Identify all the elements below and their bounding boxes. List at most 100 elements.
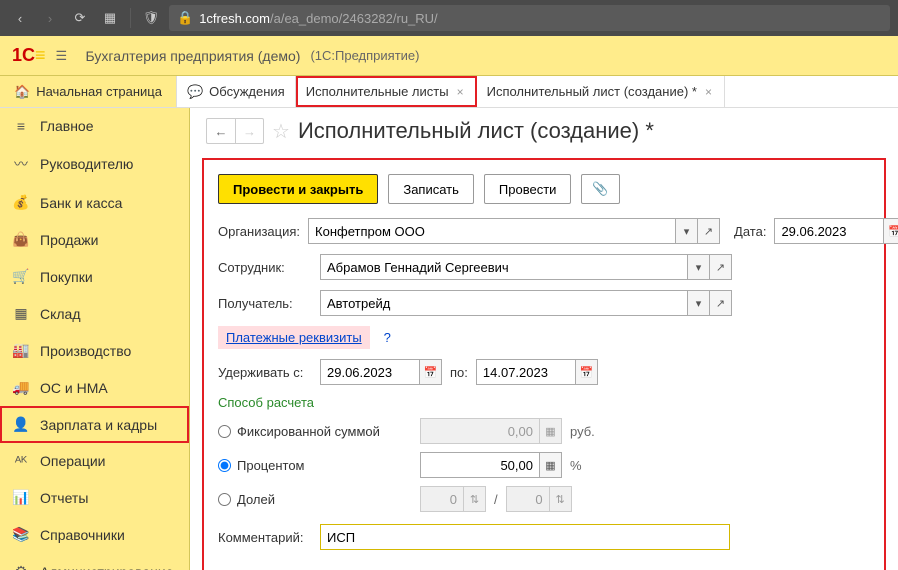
browser-reload[interactable]: ⟳ [68, 6, 92, 30]
label-withhold-from: Удерживать с: [218, 365, 312, 380]
calendar-button[interactable]: 📅 [884, 218, 898, 244]
recipient-input[interactable] [320, 290, 688, 316]
calc-icon: ▦ [540, 418, 562, 444]
stepper-icon: ⇅ [464, 486, 486, 512]
app-logo: 1C≡ [12, 45, 46, 66]
app-title: Бухгалтерия предприятия (демо) [86, 48, 301, 64]
post-close-button[interactable]: Провести и закрыть [218, 174, 378, 204]
radio-fraction[interactable]: Долей [218, 492, 388, 507]
chat-icon: 💬 [187, 84, 203, 100]
home-icon: 🏠 [14, 84, 30, 100]
sidebar-item-production[interactable]: 🏭Производство [0, 332, 189, 369]
tab-exec-create-label: Исполнительный лист (создание) * [487, 84, 697, 99]
frac-b-input [506, 486, 550, 512]
calendar-button[interactable]: 📅 [576, 359, 598, 385]
chart-icon: 〰 [12, 154, 30, 174]
tab-home-label: Начальная страница [36, 84, 162, 99]
tab-exec-create[interactable]: Исполнительный лист (создание) * × [477, 76, 725, 107]
radio-fixed-input[interactable] [218, 425, 231, 438]
sidebar: ≡Главное 〰Руководителю 💰Банк и касса 👜Пр… [0, 108, 190, 570]
tab-close[interactable]: × [703, 85, 714, 99]
sidebar-item-reports[interactable]: 📊Отчеты [0, 479, 189, 516]
person-icon: 👤 [12, 416, 30, 433]
sidebar-item-purchases[interactable]: 🛒Покупки [0, 258, 189, 295]
frac-a-input [420, 486, 464, 512]
tab-home[interactable]: 🏠 Начальная страница [0, 76, 177, 107]
radio-fraction-input[interactable] [218, 493, 231, 506]
url-domain: 1cfresh.com [199, 11, 270, 26]
tab-discuss-label: Обсуждения [209, 84, 285, 99]
radio-percent[interactable]: Процентом [218, 458, 388, 473]
page-back[interactable]: ← [207, 119, 235, 143]
tab-exec-list[interactable]: Исполнительные листы × [296, 76, 477, 107]
page-forward[interactable]: → [235, 119, 263, 143]
open-button[interactable]: ↗ [698, 218, 720, 244]
money-icon: 💰 [12, 194, 30, 211]
label-to: по: [450, 365, 468, 380]
sidebar-item-bank[interactable]: 💰Банк и касса [0, 184, 189, 221]
post-button[interactable]: Провести [484, 174, 572, 204]
date-input[interactable] [774, 218, 884, 244]
sidebar-item-assets[interactable]: 🚚ОС и НМА [0, 369, 189, 406]
payment-req-link[interactable]: Платежные реквизиты [218, 326, 370, 349]
org-input[interactable] [308, 218, 676, 244]
fixed-amount-input [420, 418, 540, 444]
gear-icon: ⚙ [12, 563, 30, 570]
from-date-input[interactable] [320, 359, 420, 385]
sidebar-item-refs[interactable]: 📚Справочники [0, 516, 189, 553]
truck-icon: 🚚 [12, 379, 30, 396]
save-button[interactable]: Записать [388, 174, 474, 204]
favorite-star[interactable]: ☆ [272, 119, 290, 144]
label-org: Организация: [218, 224, 300, 239]
app-subtitle: (1С:Предприятие) [310, 48, 419, 63]
label-recipient: Получатель: [218, 296, 312, 311]
unit-percent: % [570, 458, 582, 473]
percent-amount-input[interactable] [420, 452, 540, 478]
slash: / [494, 492, 498, 507]
lock-icon: 🔒 [177, 10, 193, 26]
sidebar-item-salary[interactable]: 👤Зарплата и кадры [0, 406, 189, 443]
sidebar-item-main[interactable]: ≡Главное [0, 108, 189, 144]
open-button[interactable]: ↗ [710, 290, 732, 316]
sidebar-item-manager[interactable]: 〰Руководителю [0, 144, 189, 184]
shield-icon[interactable]: 🛡 [139, 6, 163, 30]
calc-icon[interactable]: ▦ [540, 452, 562, 478]
dropdown-button[interactable]: ▾ [688, 254, 710, 280]
unit-rub: руб. [570, 424, 595, 439]
url-path: /a/ea_demo/2463282/ru_RU/ [270, 11, 438, 26]
help-button[interactable]: ? [384, 330, 391, 345]
open-button[interactable]: ↗ [710, 254, 732, 280]
menu-toggle[interactable]: ☰ [56, 48, 76, 64]
dropdown-button[interactable]: ▾ [688, 290, 710, 316]
sidebar-item-warehouse[interactable]: ▦Склад [0, 295, 189, 332]
browser-back[interactable]: ‹ [8, 6, 32, 30]
attach-button[interactable]: 📎 [581, 174, 619, 204]
sidebar-item-admin[interactable]: ⚙Администрирование [0, 553, 189, 570]
list-icon: ≡ [12, 118, 30, 134]
calc-method-title: Способ расчета [218, 395, 870, 410]
paperclip-icon: 📎 [592, 181, 608, 196]
tab-close[interactable]: × [455, 85, 466, 99]
comment-input[interactable] [320, 524, 730, 550]
label-comment: Комментарий: [218, 530, 312, 545]
employee-input[interactable] [320, 254, 688, 280]
dropdown-button[interactable]: ▾ [676, 218, 698, 244]
sidebar-item-sales[interactable]: 👜Продажи [0, 221, 189, 258]
factory-icon: 🏭 [12, 342, 30, 359]
label-date: Дата: [734, 224, 766, 239]
url-bar[interactable]: 🔒 1cfresh.com/a/ea_demo/2463282/ru_RU/ [169, 5, 890, 31]
ak-icon: ᴬᴷ [12, 453, 30, 469]
label-employee: Сотрудник: [218, 260, 312, 275]
bag-icon: 👜 [12, 231, 30, 248]
radio-percent-input[interactable] [218, 459, 231, 472]
radio-fixed[interactable]: Фиксированной суммой [218, 424, 388, 439]
browser-forward[interactable]: › [38, 6, 62, 30]
tab-exec-list-label: Исполнительные листы [306, 84, 449, 99]
sidebar-item-operations[interactable]: ᴬᴷОперации [0, 443, 189, 479]
grid-icon: ▦ [12, 305, 30, 322]
browser-apps[interactable]: ▦ [98, 6, 122, 30]
calendar-button[interactable]: 📅 [420, 359, 442, 385]
tab-discuss[interactable]: 💬 Обсуждения [177, 76, 296, 107]
to-date-input[interactable] [476, 359, 576, 385]
books-icon: 📚 [12, 526, 30, 543]
